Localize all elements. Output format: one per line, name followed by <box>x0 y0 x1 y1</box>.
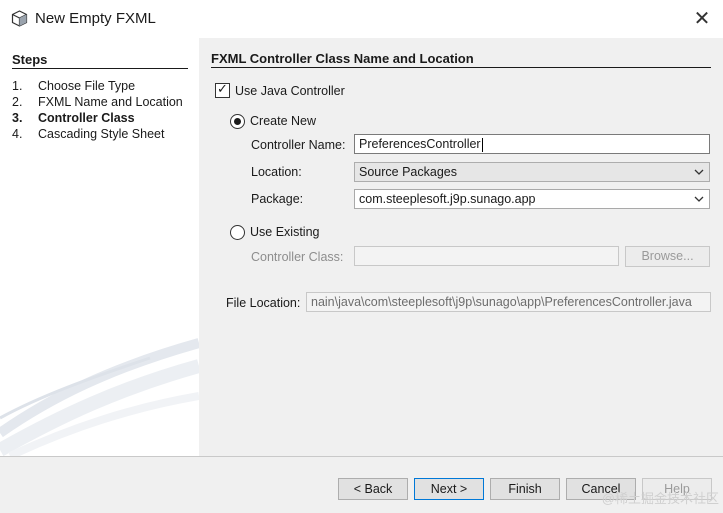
check-icon: ✓ <box>217 81 228 96</box>
step-label: FXML Name and Location <box>38 95 183 109</box>
step-number: 2. <box>12 95 23 109</box>
window-title: New Empty FXML <box>35 10 156 27</box>
use-existing-label[interactable]: Use Existing <box>250 225 319 239</box>
steps-panel: Steps 1. Choose File Type 2. FXML Name and… <box>0 38 199 456</box>
create-new-radio[interactable] <box>230 114 245 129</box>
step-item: 1. Choose File Type <box>12 79 135 93</box>
finish-button[interactable]: Finish <box>490 478 560 500</box>
file-location-value: nain\java\com\steeplesoft\j9p\sunago\app… <box>311 295 692 309</box>
text-caret <box>481 137 483 152</box>
chevron-down-icon <box>694 169 704 175</box>
next-button[interactable]: Next > <box>414 478 484 500</box>
use-existing-radio[interactable] <box>230 225 245 240</box>
controller-class-label: Controller Class: <box>251 250 344 264</box>
step-label: Controller Class <box>38 111 135 125</box>
use-java-controller-label[interactable]: Use Java Controller <box>235 84 345 98</box>
controller-name-label: Controller Name: <box>251 138 346 152</box>
title-bar: New Empty FXML ✕ <box>0 0 723 38</box>
file-location-label: File Location: <box>226 296 301 310</box>
section-title: FXML Controller Class Name and Location <box>211 51 474 66</box>
browse-button[interactable]: Browse... <box>625 246 710 267</box>
radio-selected-dot <box>234 118 241 125</box>
controller-name-input[interactable]: PreferencesController <box>354 134 710 154</box>
step-item: 2. FXML Name and Location <box>12 95 183 109</box>
step-number: 1. <box>12 79 23 93</box>
steps-heading: Steps <box>12 52 48 67</box>
app-cube-icon <box>11 10 28 27</box>
back-button[interactable]: < Back <box>338 478 408 500</box>
chevron-down-icon <box>694 196 704 202</box>
step-item-active: 3. Controller Class <box>12 111 135 125</box>
location-dropdown[interactable]: Source Packages <box>354 162 710 182</box>
controller-class-input[interactable] <box>354 246 619 266</box>
step-item: 4. Cascading Style Sheet <box>12 127 164 141</box>
step-label: Cascading Style Sheet <box>38 127 165 141</box>
create-new-label[interactable]: Create New <box>250 114 316 128</box>
controller-settings-panel: FXML Controller Class Name and Location … <box>199 38 723 456</box>
watermark-text: @稀土掘金技术社区 <box>601 491 719 506</box>
package-label: Package: <box>251 192 304 206</box>
step-number: 4. <box>12 127 23 141</box>
decorative-swoosh <box>0 338 199 456</box>
location-label: Location: <box>251 165 302 179</box>
step-number: 3. <box>12 111 23 125</box>
section-divider <box>211 67 711 68</box>
steps-divider <box>12 68 188 69</box>
package-combobox[interactable]: com.steeplesoft.j9p.sunago.app <box>354 189 710 209</box>
controller-name-value: PreferencesController <box>359 137 481 151</box>
step-label: Choose File Type <box>38 79 136 93</box>
location-value: Source Packages <box>359 165 457 179</box>
package-value: com.steeplesoft.j9p.sunago.app <box>359 192 536 206</box>
file-location-field: nain\java\com\steeplesoft\j9p\sunago\app… <box>306 292 711 312</box>
use-java-controller-checkbox[interactable]: ✓ <box>215 81 230 98</box>
close-icon[interactable]: ✕ <box>688 5 716 33</box>
wizard-button-bar: < Back Next > Finish Cancel Help @稀土掘金技术… <box>0 456 723 513</box>
